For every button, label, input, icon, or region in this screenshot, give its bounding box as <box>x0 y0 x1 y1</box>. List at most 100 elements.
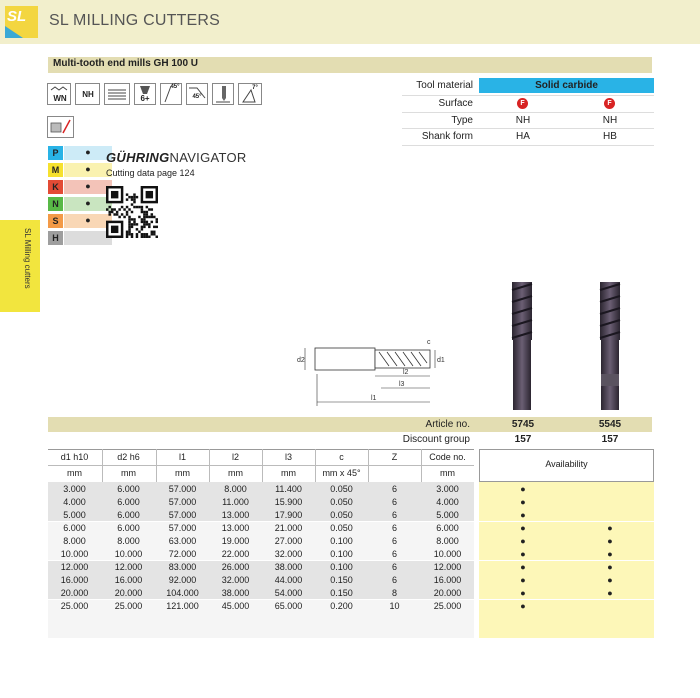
flutes-icon: 6+ <box>134 83 156 105</box>
table-cell: 10 <box>389 601 400 611</box>
column-header: l3 <box>284 452 292 462</box>
material-suitability-dot: ● <box>85 164 91 174</box>
table-cell: 25.000 <box>60 601 89 611</box>
type-value: NH <box>515 115 531 126</box>
column-divider <box>262 449 263 482</box>
availability-label: Availability <box>545 459 588 469</box>
table-cell: 104.000 <box>166 588 199 598</box>
side-tab[interactable] <box>0 220 40 312</box>
table-cell: 0.100 <box>330 549 353 559</box>
table-cell: 11.400 <box>275 484 302 494</box>
column-divider <box>368 449 369 482</box>
material-suitability-dot: ● <box>85 147 91 157</box>
side-tab-label: SL Milling cutters <box>23 228 32 289</box>
column-divider <box>156 449 157 482</box>
availability-dot: ● <box>520 523 526 533</box>
product-title: Multi-tooth end mills GH 100 U <box>53 58 199 69</box>
table-cell: 20.000 <box>60 588 89 598</box>
helix-angle-icon: 45° <box>160 83 182 105</box>
table-cell: 8.000 <box>63 536 86 546</box>
discount-group-value: 157 <box>514 434 532 445</box>
shank-hatch-icon <box>104 83 130 105</box>
nh-icon: NH <box>75 83 100 105</box>
table-cell: 6 <box>391 562 397 572</box>
material-group-letter: K <box>48 180 63 194</box>
material-suitability-dot: ● <box>85 215 91 225</box>
table-cell: 45.000 <box>221 601 250 611</box>
table-cell: 38.000 <box>221 588 250 598</box>
qr-code[interactable] <box>106 186 158 238</box>
table-cell: 32.000 <box>221 575 250 585</box>
table-cell: 0.150 <box>330 588 353 598</box>
table-cell: 8.000 <box>224 484 247 494</box>
shank-form-value: HB <box>603 131 617 142</box>
chamfer-icon-label: 45° <box>192 94 202 100</box>
table-cell: 27.000 <box>274 536 303 546</box>
column-unit: mm <box>121 468 136 478</box>
surface-finish-icon: F <box>604 98 615 109</box>
table-cell: 121.000 <box>166 601 199 611</box>
table-cell: 16.000 <box>60 575 89 585</box>
table-cell: 57.000 <box>168 484 197 494</box>
table-cell: 3.000 <box>63 484 86 494</box>
availability-dot: ● <box>520 588 526 598</box>
d2-label: d2 <box>297 357 305 364</box>
column-unit: mm <box>175 468 190 478</box>
c-label: c <box>427 339 431 346</box>
table-cell: 25.000 <box>433 601 462 611</box>
table-cell: 4.000 <box>63 497 86 507</box>
tool-dimension-drawing: d2 d1 c l2 l3 l1 <box>297 339 445 406</box>
column-divider <box>315 449 316 482</box>
table-cell: 6 <box>391 523 397 533</box>
cutting-data-link[interactable]: Cutting data page 124 <box>106 168 195 178</box>
surface-label: Surface <box>438 98 473 109</box>
table-cell: 6.000 <box>436 523 459 533</box>
table-cell: 8.000 <box>436 536 459 546</box>
availability-dot: ● <box>520 510 526 520</box>
discount-group-value: 157 <box>601 434 619 445</box>
article-number: 5545 <box>598 419 622 430</box>
column-header: Code no. <box>429 452 466 462</box>
table-cell: 0.050 <box>330 510 353 520</box>
helix-angle-icon-label: 45° <box>170 84 180 90</box>
availability-dot: ● <box>520 549 526 559</box>
tool-photo-5545 <box>599 282 621 410</box>
table-cell: 13.000 <box>221 510 250 520</box>
table-cell: 4.000 <box>436 497 459 507</box>
table-cell: 26.000 <box>221 562 250 572</box>
table-cell: 5.000 <box>436 510 459 520</box>
l2-label: l2 <box>403 369 409 376</box>
availability-dot: ● <box>520 484 526 494</box>
divider <box>48 465 474 466</box>
availability-dot: ● <box>520 575 526 585</box>
table-cell: 17.900 <box>274 510 303 520</box>
column-unit: mm <box>67 468 82 478</box>
table-cell: 44.000 <box>274 575 303 585</box>
shank-form-value: HA <box>516 131 530 142</box>
table-cell: 57.000 <box>168 497 197 507</box>
table-cell: 0.100 <box>330 536 353 546</box>
table-cell: 6 <box>391 497 397 507</box>
shank-form-label: Shank form <box>421 131 473 142</box>
table-cell: 20.000 <box>114 588 143 598</box>
column-divider <box>209 449 210 482</box>
logo-accent <box>5 26 23 38</box>
table-cell: 83.000 <box>168 562 197 572</box>
material-group-letter: H <box>48 231 63 245</box>
availability-dot: ● <box>607 536 613 546</box>
table-cell: 0.050 <box>330 484 353 494</box>
column-divider <box>102 449 103 482</box>
tool-material-value: Solid carbide <box>535 80 598 91</box>
availability-dot: ● <box>520 497 526 507</box>
l1-label: l1 <box>371 395 377 402</box>
table-cell: 6.000 <box>63 523 86 533</box>
table-cell: 10.000 <box>114 549 143 559</box>
column-header: d1 h10 <box>60 452 89 462</box>
d1-label: d1 <box>437 357 445 364</box>
table-cell: 12.000 <box>60 562 89 572</box>
l3-label: l3 <box>399 381 405 388</box>
type-value: NH <box>602 115 618 126</box>
table-cell: 57.000 <box>168 510 197 520</box>
table-cell: 0.200 <box>330 601 353 611</box>
material-group-letter: P <box>48 146 63 160</box>
